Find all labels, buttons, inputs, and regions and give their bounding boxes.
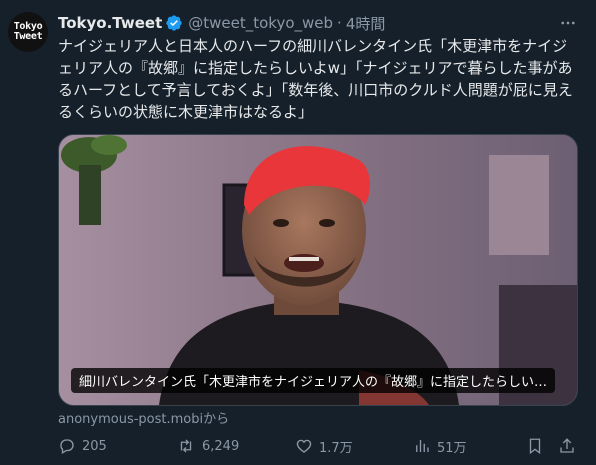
avatar-logo-text: Tokyo Tweet (14, 22, 43, 42)
timestamp[interactable]: 4時間 (346, 13, 386, 34)
reply-button[interactable]: 205 (58, 435, 107, 457)
separator-dot: · (337, 14, 342, 32)
avatar-text-line2: Tweet (13, 31, 43, 42)
tweet-card[interactable]: Tokyo Tweet Tokyo.Tweet @tweet_tokyo_web… (0, 0, 596, 465)
verified-badge-icon (165, 14, 183, 32)
bookmark-button[interactable] (526, 435, 550, 457)
action-bar: 205 6,249 1.7万 51万 (58, 435, 578, 457)
video-media[interactable]: 細川バレンタイン氏「木更津市をナイジェリア人の『故郷』に指定したらしい… (58, 134, 578, 406)
views-button[interactable]: 51万 (413, 435, 467, 457)
video-frame-image (59, 135, 577, 405)
more-options-icon[interactable] (556, 12, 580, 34)
video-caption: 細川バレンタイン氏「木更津市をナイジェリア人の『故郷』に指定したらしい… (71, 368, 556, 393)
user-handle[interactable]: @tweet_tokyo_web (188, 14, 333, 32)
share-icon (560, 438, 574, 453)
heart-icon (296, 439, 312, 453)
reply-count: 205 (82, 438, 107, 454)
view-count: 51万 (437, 440, 467, 456)
like-button[interactable]: 1.7万 (295, 435, 353, 457)
share-button[interactable] (558, 435, 582, 457)
display-name[interactable]: Tokyo.Tweet (58, 14, 162, 32)
tweet-header: Tokyo.Tweet @tweet_tokyo_web · 4時間 (58, 12, 556, 34)
reply-icon (60, 439, 74, 454)
retweet-icon (180, 439, 192, 453)
retweet-button[interactable]: 6,249 (176, 435, 239, 457)
avatar[interactable]: Tokyo Tweet (8, 12, 48, 52)
tweet-text: ナイジェリア人と日本人のハーフの細川バレンタイン氏「木更津市をナイジェリア人の『… (58, 37, 573, 121)
link-source[interactable]: anonymous-post.mobiから (58, 408, 229, 427)
bookmark-icon (529, 438, 541, 455)
views-chart-icon (416, 440, 429, 452)
retweet-count: 6,249 (202, 438, 240, 454)
like-count: 1.7万 (319, 440, 353, 456)
